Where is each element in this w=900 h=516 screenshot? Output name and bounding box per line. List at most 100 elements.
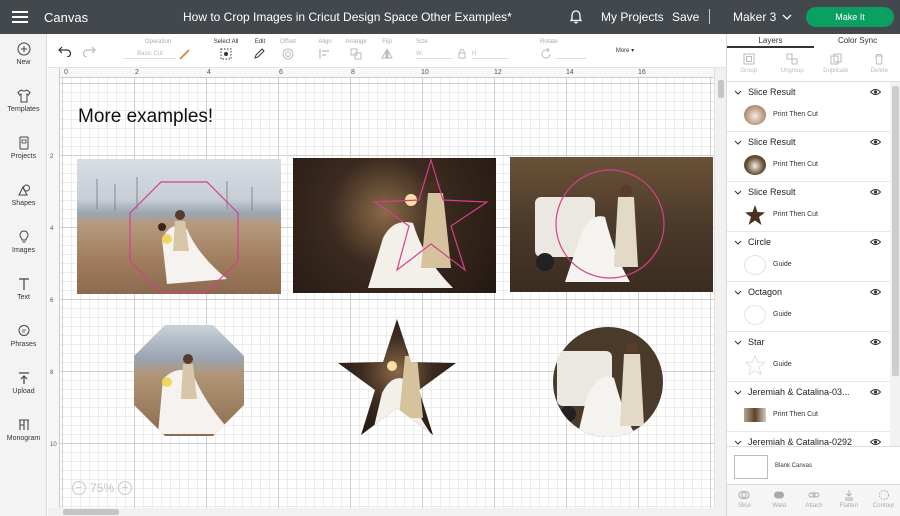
eye-icon[interactable] [870, 438, 881, 446]
sidebar-item-templates[interactable]: Templates [0, 89, 47, 113]
sidebar-item-upload[interactable]: Upload [0, 371, 47, 395]
rotate-field[interactable] [556, 49, 586, 59]
photo-night-couple[interactable] [293, 158, 496, 293]
duplicate-button[interactable]: Duplicate [814, 48, 858, 81]
operation-select[interactable]: Basic Cut [124, 49, 176, 59]
photo-cart-couple[interactable] [510, 157, 713, 292]
document-title: How to Crop Images in Cricut Design Spac… [183, 10, 512, 24]
eye-icon[interactable] [870, 88, 881, 96]
my-projects-button[interactable]: My Projects [601, 10, 664, 24]
chevron-down-icon[interactable] [734, 340, 742, 345]
canvas-vertical-scrollbar[interactable] [714, 68, 726, 508]
chevron-down-icon[interactable] [734, 440, 742, 445]
layer-item[interactable]: Circle Guide [727, 232, 890, 282]
scrollbar-thumb[interactable] [718, 80, 724, 98]
layer-item[interactable]: Slice Result Print Then Cut [727, 132, 890, 182]
star-slice-result[interactable] [337, 318, 457, 436]
bell-icon[interactable] [568, 9, 584, 25]
zoom-out-button[interactable]: − [72, 481, 86, 495]
divider [709, 9, 710, 24]
lightbulb-icon [18, 230, 29, 243]
make-it-button[interactable]: Make It [806, 7, 894, 27]
layers-panel: Layers Color Sync Group Ungroup Duplicat… [726, 34, 900, 516]
octagon-slice-result[interactable] [133, 324, 245, 437]
chevron-down-icon[interactable] [734, 240, 742, 245]
canvas-horizontal-scrollbar[interactable] [48, 508, 726, 516]
tab-layers[interactable]: Layers [727, 34, 814, 48]
sidebar-item-label: Monogram [6, 435, 41, 442]
sidebar-item-monogram[interactable]: Monogram [0, 418, 47, 442]
sidebar-item-images[interactable]: Images [0, 230, 47, 254]
chevron-down-icon[interactable] [734, 290, 742, 295]
eye-icon[interactable] [870, 138, 881, 146]
delete-label: Delete [870, 68, 888, 74]
scrollbar-thumb[interactable] [63, 509, 119, 515]
sidebar-item-projects[interactable]: Projects [0, 136, 47, 160]
layer-item[interactable]: Octagon Guide [727, 282, 890, 332]
photo-beach-couple[interactable] [77, 159, 281, 294]
layer-item[interactable]: Jeremiah & Catalina-03... Print Then Cut [727, 382, 890, 432]
undo-icon[interactable] [58, 45, 72, 57]
ruler-tick: 14 [566, 69, 574, 76]
arrange-button[interactable]: Arrange [342, 39, 370, 60]
layer-title: Slice Result [748, 87, 796, 97]
layer-item[interactable]: Star Guide [727, 332, 890, 382]
eye-icon[interactable] [870, 388, 881, 396]
layer-item[interactable]: Slice Result Print Then Cut [727, 82, 890, 132]
align-label: Align [318, 39, 332, 45]
save-button[interactable]: Save [672, 10, 699, 24]
attach-button[interactable]: Attach [797, 485, 832, 516]
chevron-down-icon[interactable] [734, 190, 742, 195]
sidebar-item-phrases[interactable]: Phrases [0, 324, 47, 348]
ungroup-button[interactable]: Ungroup [771, 48, 815, 81]
sidebar-item-new[interactable]: New [0, 42, 47, 66]
layer-item[interactable]: Jeremiah & Catalina-0292 [727, 432, 890, 446]
menu-icon[interactable] [0, 0, 40, 34]
eye-icon[interactable] [870, 238, 881, 246]
layers-scrollbar[interactable] [890, 82, 900, 446]
chevron-down-icon[interactable] [734, 390, 742, 395]
offset-button[interactable]: Offset [276, 39, 300, 60]
flip-button[interactable]: Flip [376, 39, 398, 60]
rotate-control[interactable]: Rotate [540, 39, 596, 60]
more-label: More [615, 48, 630, 54]
speech-bubble-icon [18, 325, 29, 336]
tab-color-sync[interactable]: Color Sync [814, 34, 900, 48]
blank-canvas-row[interactable]: Blank Canvas [727, 446, 900, 484]
blank-canvas-label: Blank Canvas [775, 463, 813, 469]
operation-control[interactable]: Operation Basic Cut [118, 39, 198, 60]
sidebar-item-shapes[interactable]: Shapes [0, 183, 47, 207]
layer-title: Slice Result [748, 137, 796, 147]
contour-button[interactable]: Contour [866, 485, 900, 516]
circle-slice-result[interactable] [552, 326, 664, 438]
chevron-down-icon[interactable] [734, 140, 742, 145]
layer-title: Circle [748, 237, 772, 247]
sidebar-item-text[interactable]: Text [0, 277, 47, 301]
group-button[interactable]: Group [727, 48, 771, 81]
layer-title: Jeremiah & Catalina-03... [748, 387, 850, 397]
weld-button[interactable]: Weld [762, 485, 797, 516]
edit-button[interactable]: Edit [248, 39, 272, 60]
size-control[interactable]: Size W H [416, 39, 516, 60]
lock-icon[interactable] [458, 49, 466, 59]
blank-canvas-swatch[interactable] [734, 455, 768, 479]
eye-icon[interactable] [870, 288, 881, 296]
flip-label: Flip [382, 39, 392, 45]
select-all-button[interactable]: Select All [208, 39, 244, 60]
scrollbar-thumb[interactable] [892, 86, 899, 376]
canvas-heading-text[interactable]: More examples! [78, 106, 213, 128]
slice-button[interactable]: Slice [727, 485, 762, 516]
chevron-down-icon[interactable] [734, 90, 742, 95]
eye-icon[interactable] [870, 188, 881, 196]
height-field[interactable]: H [472, 49, 508, 59]
width-field[interactable]: W [416, 49, 452, 59]
machine-select[interactable]: Maker 3 [733, 10, 792, 24]
redo-icon[interactable] [82, 45, 96, 57]
more-button[interactable]: More ▾ [610, 47, 640, 54]
delete-button[interactable]: Delete [858, 48, 900, 81]
eye-icon[interactable] [870, 338, 881, 346]
align-button[interactable]: Align [314, 39, 336, 60]
zoom-in-button[interactable]: + [118, 481, 133, 495]
flatten-button[interactable]: Flatten [831, 485, 866, 516]
layer-item[interactable]: Slice Result Print Then Cut [727, 182, 890, 232]
